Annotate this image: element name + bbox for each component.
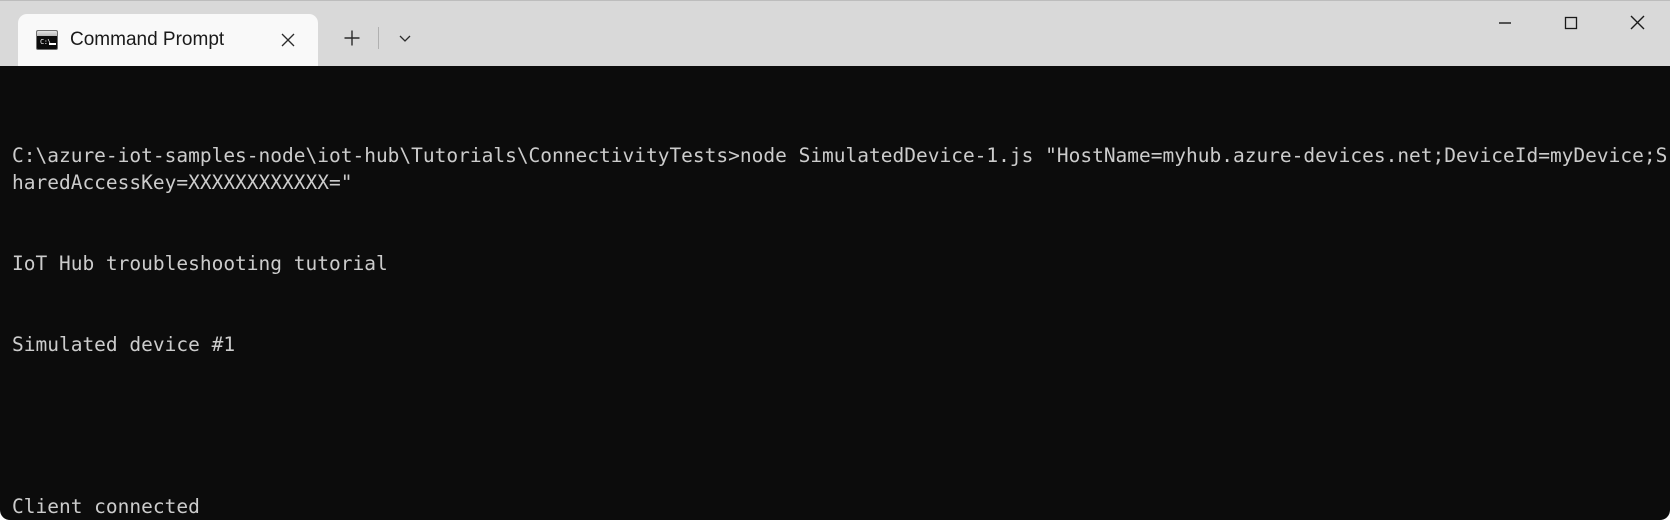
title-bar[interactable]: C:\ Command Prompt — [0, 0, 1670, 66]
terminal-output[interactable]: C:\azure-iot-samples-node\iot-hub\Tutori… — [0, 66, 1670, 520]
tab-strip: C:\ Command Prompt — [0, 0, 425, 66]
close-button[interactable] — [1604, 0, 1670, 45]
close-icon — [281, 33, 295, 47]
tabbar-divider — [378, 27, 379, 49]
close-icon — [1630, 15, 1644, 30]
command-prompt-icon: C:\ — [36, 30, 58, 50]
chevron-down-icon — [399, 35, 411, 42]
terminal-line: Simulated device #1 — [12, 333, 236, 356]
terminal-line: C:\azure-iot-samples-node\iot-hub\Tutori… — [12, 144, 1668, 194]
minimize-icon — [1499, 21, 1511, 24]
terminal-line: Client connected — [12, 495, 200, 518]
new-tab-button[interactable] — [332, 18, 372, 58]
terminal-line: IoT Hub troubleshooting tutorial — [12, 252, 388, 275]
minimize-button[interactable] — [1472, 0, 1538, 45]
tab-dropdown-button[interactable] — [385, 18, 425, 58]
command-prompt-window: C:\ Command Prompt C:\azure-iot-samples-… — [0, 0, 1670, 520]
close-tab-button[interactable] — [272, 24, 304, 56]
tab-command-prompt[interactable]: C:\ Command Prompt — [18, 14, 318, 66]
tab-title: Command Prompt — [70, 29, 225, 50]
maximize-icon — [1564, 16, 1578, 29]
window-controls — [1472, 0, 1670, 66]
plus-icon — [344, 30, 360, 46]
maximize-button[interactable] — [1538, 0, 1604, 45]
